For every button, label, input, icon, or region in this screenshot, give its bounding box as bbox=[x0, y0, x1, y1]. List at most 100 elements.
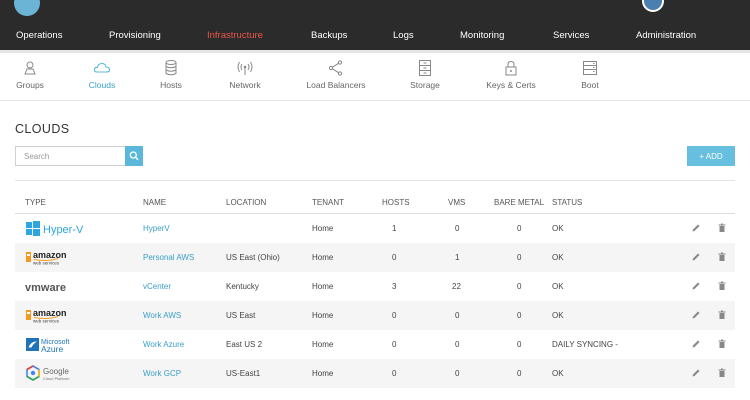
nav-operations[interactable]: Operations bbox=[16, 22, 62, 50]
user-avatar[interactable] bbox=[642, 0, 664, 12]
trash-icon[interactable] bbox=[717, 281, 727, 291]
add-button[interactable]: + ADD bbox=[687, 146, 735, 166]
subnav-label: Network bbox=[229, 80, 261, 90]
col-header-tenant[interactable]: TENANT bbox=[312, 198, 344, 207]
col-header-location[interactable]: LOCATION bbox=[226, 198, 266, 207]
cell-tenant: Home bbox=[312, 282, 334, 291]
table-row[interactable]: Google Cloud Platform Work GCP US-East1 … bbox=[15, 359, 735, 388]
table-row[interactable]: Microsoft Azure Work Azure East US 2 Hom… bbox=[15, 330, 735, 359]
cell-location: Kentucky bbox=[226, 282, 259, 291]
subnav-network[interactable]: Network bbox=[207, 59, 283, 90]
share-nodes-icon bbox=[328, 60, 343, 76]
trash-icon[interactable] bbox=[717, 368, 727, 378]
subnav-boot[interactable]: Boot bbox=[552, 59, 628, 90]
cloud-icon bbox=[93, 62, 111, 73]
pencil-icon[interactable] bbox=[691, 223, 701, 233]
search-input[interactable] bbox=[15, 146, 125, 166]
cell-status: OK bbox=[552, 224, 564, 233]
vmware-logo: vmware bbox=[25, 277, 85, 297]
cell-bare-metal: 0 bbox=[517, 253, 522, 262]
cloud-name-link[interactable]: Work Azure bbox=[143, 330, 184, 359]
person-pin-icon bbox=[24, 61, 36, 75]
cloud-name-link[interactable]: Work AWS bbox=[143, 301, 181, 330]
cell-location: US-East1 bbox=[226, 369, 261, 378]
nav-provisioning[interactable]: Provisioning bbox=[109, 22, 161, 50]
azure-logo: Microsoft Azure bbox=[25, 335, 85, 355]
cloud-name-link[interactable]: vCenter bbox=[143, 272, 171, 301]
cell-vms: 22 bbox=[452, 282, 461, 291]
search-icon bbox=[129, 151, 139, 161]
table-row[interactable]: Hyper-V HyperV Home 1 0 0 OK bbox=[15, 214, 735, 243]
aws-logo-subtext: web services bbox=[33, 319, 60, 324]
cell-vms: 0 bbox=[455, 369, 460, 378]
google-cloud-logo: Google Cloud Platform bbox=[25, 364, 85, 384]
nav-administration[interactable]: Administration bbox=[636, 22, 696, 50]
nav-backups[interactable]: Backups bbox=[311, 22, 347, 50]
cloud-name-link[interactable]: Personal AWS bbox=[143, 243, 194, 272]
main-nav: Operations Provisioning Infrastructure B… bbox=[0, 22, 750, 53]
subnav-label: Load Balancers bbox=[306, 80, 366, 90]
wifi-antenna-icon bbox=[237, 61, 253, 75]
cell-tenant: Home bbox=[312, 311, 334, 320]
col-header-bare-metal[interactable]: BARE METAL bbox=[494, 198, 544, 207]
nav-logs[interactable]: Logs bbox=[393, 22, 414, 50]
subnav-label: Clouds bbox=[88, 80, 116, 90]
cell-bare-metal: 0 bbox=[517, 311, 522, 320]
app-logo[interactable] bbox=[14, 0, 40, 16]
cell-vms: 0 bbox=[455, 340, 460, 349]
vmware-logo-text: vmware bbox=[25, 282, 66, 294]
nav-monitoring[interactable]: Monitoring bbox=[460, 22, 504, 50]
cell-bare-metal: 0 bbox=[517, 369, 522, 378]
cell-vms: 1 bbox=[455, 253, 460, 262]
pencil-icon[interactable] bbox=[691, 252, 701, 262]
pencil-icon[interactable] bbox=[691, 339, 701, 349]
cell-tenant: Home bbox=[312, 340, 334, 349]
cell-location: East US 2 bbox=[226, 340, 263, 349]
cell-vms: 0 bbox=[455, 224, 460, 233]
aws-logo: amazon web services bbox=[25, 306, 73, 326]
col-header-hosts[interactable]: HOSTS bbox=[382, 198, 410, 207]
subnav-hosts[interactable]: Hosts bbox=[133, 59, 209, 90]
trash-icon[interactable] bbox=[717, 223, 727, 233]
cell-bare-metal: 0 bbox=[517, 340, 522, 349]
col-header-type[interactable]: TYPE bbox=[25, 198, 46, 207]
col-header-vms[interactable]: VMS bbox=[448, 198, 465, 207]
cell-tenant: Home bbox=[312, 253, 334, 262]
hyperv-logo-text: Hyper-V bbox=[43, 224, 84, 236]
subnav-keys-certs[interactable]: Keys & Certs bbox=[473, 59, 549, 90]
cloud-name-link[interactable]: Work GCP bbox=[143, 359, 181, 388]
subnav-load-balancers[interactable]: Load Balancers bbox=[298, 59, 374, 90]
col-header-status[interactable]: STATUS bbox=[552, 198, 582, 207]
search-button[interactable] bbox=[125, 146, 143, 166]
nav-services[interactable]: Services bbox=[553, 22, 589, 50]
cell-bare-metal: 0 bbox=[517, 224, 522, 233]
table-row[interactable]: amazon web services Work AWS US East Hom… bbox=[15, 301, 735, 330]
nav-infrastructure[interactable]: Infrastructure bbox=[207, 22, 263, 50]
cell-hosts: 3 bbox=[392, 282, 397, 291]
subnav-label: Boot bbox=[581, 80, 599, 90]
cloud-name-link[interactable]: HyperV bbox=[143, 214, 170, 243]
pencil-icon[interactable] bbox=[691, 281, 701, 291]
cell-status: OK bbox=[552, 282, 564, 291]
table-row[interactable]: amazon web services Personal AWS US East… bbox=[15, 243, 735, 272]
cell-location: US East bbox=[226, 311, 256, 320]
pencil-icon[interactable] bbox=[691, 310, 701, 320]
aws-logo-text: amazon bbox=[33, 308, 67, 318]
google-logo-subtext: Cloud Platform bbox=[43, 376, 70, 381]
subnav-groups[interactable]: Groups bbox=[0, 59, 68, 90]
subnav-label: Storage bbox=[410, 80, 440, 90]
table-row[interactable]: vmware vCenter Kentucky Home 3 22 0 OK bbox=[15, 272, 735, 301]
subnav-clouds[interactable]: Clouds bbox=[64, 59, 140, 90]
cell-vms: 0 bbox=[455, 311, 460, 320]
trash-icon[interactable] bbox=[717, 252, 727, 262]
page-title: CLOUDS bbox=[15, 122, 70, 136]
pencil-icon[interactable] bbox=[691, 368, 701, 378]
top-bar bbox=[0, 0, 750, 22]
cell-hosts: 0 bbox=[392, 340, 397, 349]
trash-icon[interactable] bbox=[717, 310, 727, 320]
trash-icon[interactable] bbox=[717, 339, 727, 349]
subnav-storage[interactable]: Storage bbox=[387, 59, 463, 90]
aws-logo-text: amazon bbox=[33, 250, 67, 260]
subnav-label: Groups bbox=[16, 80, 44, 90]
col-header-name[interactable]: NAME bbox=[143, 198, 166, 207]
